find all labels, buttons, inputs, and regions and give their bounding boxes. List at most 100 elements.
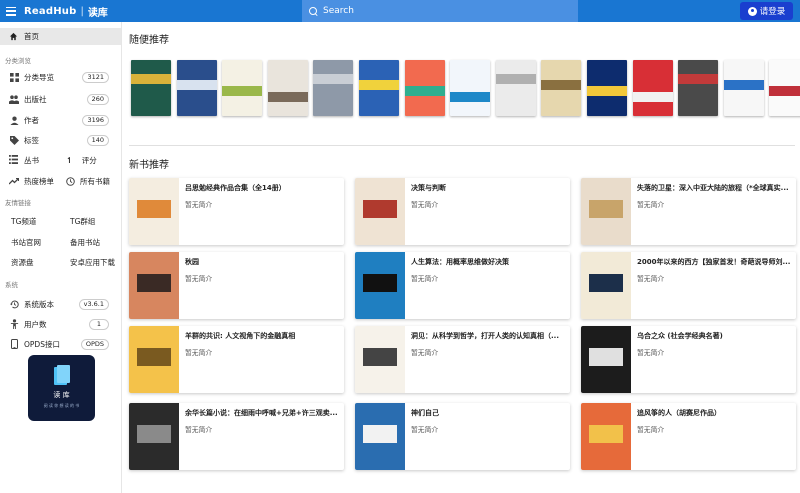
book-description: 暂无简介	[637, 349, 665, 357]
book-card[interactable]: 洞见：从科学到哲学，打开人类的认知真相（... 暂无简介	[355, 326, 570, 393]
random-section-title: 随便推荐	[129, 35, 169, 46]
book-title[interactable]: 秋园	[185, 257, 339, 267]
sidebar-item-opds[interactable]: OPDS接口 OPDS	[0, 337, 122, 351]
cover-art	[176, 80, 217, 90]
book-title[interactable]: 2000年以来的西方【独家首发！奇葩说导师刘...	[637, 257, 791, 267]
sidebar-item-label: 标签	[24, 135, 39, 145]
random-book-cover[interactable]	[541, 60, 582, 116]
book-card[interactable]: 吕思勉经典作品合集（全14册） 暂无简介	[129, 178, 344, 245]
book-thumbnail[interactable]	[581, 326, 631, 393]
book-card[interactable]: 失落的卫星：深入中亚大陆的旅程（*全球真实... 暂无简介	[581, 178, 796, 245]
book-description: 暂无简介	[637, 426, 665, 434]
app-logo-title: 读 库	[53, 391, 70, 399]
book-title[interactable]: 乌合之众 (社会学经典名著)	[637, 331, 791, 341]
link-resource-drive[interactable]: 资源盘	[11, 255, 34, 269]
book-title[interactable]: 人生算法：用概率思维做好决策	[411, 257, 565, 267]
sidebar-item-label: 出版社	[24, 94, 47, 104]
cover-art	[589, 200, 623, 218]
sidebar-item-users[interactable]: 用户数 1	[0, 317, 122, 331]
random-book-cover[interactable]	[313, 60, 354, 116]
random-book-cover[interactable]	[632, 60, 673, 116]
link-official-site[interactable]: 书站官网	[11, 235, 41, 249]
book-thumbnail[interactable]	[129, 326, 179, 393]
sidebar-item-label: 系统版本	[24, 299, 54, 309]
main-content: 随便推荐 新书推荐 吕思勉经典作品合集（全14册） 暂无简介 决策与判断 暂无简介 失落…	[122, 22, 800, 493]
sidebar-item-label: 所有书籍	[80, 176, 110, 186]
random-book-cover[interactable]	[678, 60, 719, 116]
search-box[interactable]	[302, 0, 578, 22]
book-description: 暂无简介	[637, 275, 665, 283]
book-card[interactable]: 追风筝的人（胡赛尼作品） 暂无简介	[581, 403, 796, 470]
random-book-cover[interactable]	[222, 60, 263, 116]
menu-icon[interactable]	[6, 6, 16, 16]
book-card[interactable]: 人生算法：用概率思维做好决策 暂无简介	[355, 252, 570, 319]
book-card[interactable]: 羊群的共识: 人文视角下的金融真相 暂无简介	[129, 326, 344, 393]
login-button[interactable]: 请登录	[740, 2, 793, 20]
book-thumbnail[interactable]	[355, 178, 405, 245]
user-icon	[9, 319, 19, 329]
grid-icon	[9, 72, 19, 82]
book-card[interactable]: 决策与判断 暂无简介	[355, 178, 570, 245]
random-book-cover[interactable]	[450, 60, 491, 116]
book-card[interactable]: 乌合之众 (社会学经典名著) 暂无简介	[581, 326, 796, 393]
sidebar-item-all-books[interactable]: 所有书籍	[66, 174, 122, 188]
book-card[interactable]: 2000年以来的西方【独家首发！奇葩说导师刘... 暂无简介	[581, 252, 796, 319]
book-thumbnail[interactable]	[129, 403, 179, 470]
home-icon	[9, 32, 18, 41]
random-book-cover[interactable]	[176, 60, 217, 116]
book-description: 暂无简介	[411, 201, 439, 209]
random-book-cover[interactable]	[404, 60, 445, 116]
book-thumbnail[interactable]	[129, 178, 179, 245]
book-title[interactable]: 神们自己	[411, 408, 565, 418]
book-thumbnail[interactable]	[355, 252, 405, 319]
book-card[interactable]: 神们自己 暂无简介	[355, 403, 570, 470]
cover-art	[137, 348, 171, 366]
cover-art	[723, 80, 764, 90]
book-title[interactable]: 余华长篇小说：在细雨中呼喊+兄弟+许三观卖...	[185, 408, 339, 418]
book-thumbnail[interactable]	[581, 403, 631, 470]
random-book-cover[interactable]	[131, 60, 171, 116]
app-bar: ReadHub | 读库 请登录	[0, 0, 800, 22]
app-logo[interactable]: 读 库 阅 读 你 想 读 的 书	[28, 355, 95, 421]
sidebar-item-version[interactable]: 系统版本 v3.6.1	[0, 297, 122, 311]
brand-subtitle[interactable]: 读库	[88, 4, 108, 19]
sidebar-item-home[interactable]: 首页	[0, 28, 121, 45]
sidebar-item-tags[interactable]: 标签 140	[0, 133, 122, 147]
book-card[interactable]: 秋园 暂无简介	[129, 252, 344, 319]
history-icon	[9, 299, 19, 309]
sidebar-item-publishers[interactable]: 出版社 260	[0, 92, 122, 106]
book-title[interactable]: 失落的卫星：深入中亚大陆的旅程（*全球真实...	[637, 183, 791, 193]
book-title[interactable]: 决策与判断	[411, 183, 565, 193]
search-input[interactable]	[323, 6, 563, 16]
sidebar-item-rating[interactable]: ↿ 评分	[66, 153, 122, 167]
random-book-cover[interactable]	[267, 60, 308, 116]
random-book-cover[interactable]	[723, 60, 764, 116]
section-label-browse: 分类浏览	[5, 57, 31, 65]
sidebar-item-series[interactable]: 丛书	[0, 153, 60, 167]
book-title[interactable]: 吕思勉经典作品合集（全14册）	[185, 183, 339, 193]
link-android-app[interactable]: 安卓应用下载	[70, 255, 115, 269]
book-thumbnail[interactable]	[355, 403, 405, 470]
random-book-cover[interactable]	[495, 60, 536, 116]
link-tg-group[interactable]: TG群组	[70, 214, 95, 228]
login-label: 请登录	[759, 7, 786, 17]
section-label-links: 友情链接	[5, 199, 31, 207]
book-thumbnail[interactable]	[129, 252, 179, 319]
book-title[interactable]: 洞见：从科学到哲学，打开人类的认知真相（...	[411, 331, 565, 341]
book-thumbnail[interactable]	[581, 252, 631, 319]
brand-name[interactable]: ReadHub	[24, 6, 76, 17]
book-thumbnail[interactable]	[355, 326, 405, 393]
book-thumbnail[interactable]	[581, 178, 631, 245]
book-title[interactable]: 追风筝的人（胡赛尼作品）	[637, 408, 791, 418]
random-book-cover[interactable]	[587, 60, 627, 116]
sidebar-item-ranking[interactable]: 热度榜单	[0, 174, 64, 188]
link-tg-channel[interactable]: TG频道	[11, 214, 36, 228]
cover-art	[587, 86, 627, 96]
sidebar-item-authors[interactable]: 作者 3196	[0, 113, 122, 127]
sidebar-item-categories[interactable]: 分类导览 3121	[0, 70, 122, 84]
random-book-cover[interactable]	[769, 60, 800, 116]
book-card[interactable]: 余华长篇小说：在细雨中呼喊+兄弟+许三观卖... 暂无简介	[129, 403, 344, 470]
link-backup-site[interactable]: 备用书站	[70, 235, 100, 249]
random-book-cover[interactable]	[359, 60, 399, 116]
book-title[interactable]: 羊群的共识: 人文视角下的金融真相	[185, 331, 339, 341]
